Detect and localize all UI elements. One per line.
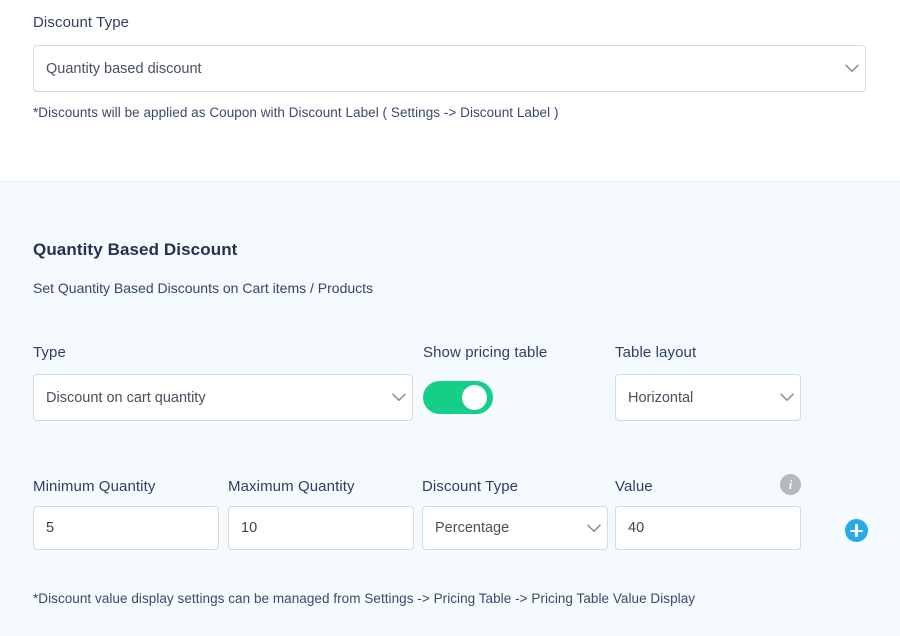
discount-type-label: Discount Type [33,14,129,32]
type-select[interactable]: Discount on cart quantity [33,374,413,421]
table-layout-label: Table layout [615,344,696,362]
pricing-table-footnote: *Discount value display settings can be … [33,590,695,607]
minimum-quantity-label: Minimum Quantity [33,478,155,496]
discount-type-section: Discount Type Quantity based discount *D… [0,0,900,181]
info-icon[interactable]: i [780,474,801,495]
rule-discount-type-select[interactable]: Percentage [422,506,608,550]
value-input-value: 40 [616,520,800,536]
section-title: Quantity Based Discount [33,240,237,260]
minimum-quantity-input[interactable]: 5 [33,506,219,550]
maximum-quantity-label: Maximum Quantity [228,478,355,496]
show-pricing-table-label: Show pricing table [423,344,547,362]
section-subtitle: Set Quantity Based Discounts on Cart ite… [33,279,373,297]
discount-type-select-value: Quantity based discount [34,61,839,77]
value-input[interactable]: 40 [615,506,801,550]
discount-type-select[interactable]: Quantity based discount [33,45,866,92]
type-select-value: Discount on cart quantity [34,390,386,406]
maximum-quantity-value: 10 [229,520,413,536]
table-layout-select[interactable]: Horizontal [615,374,801,421]
show-pricing-table-toggle[interactable] [423,381,493,414]
settings-page: Discount Type Quantity based discount *D… [0,0,900,636]
chevron-down-icon [386,375,412,420]
toggle-knob [462,385,487,410]
chevron-down-icon [839,46,865,91]
rule-discount-type-label: Discount Type [422,478,518,496]
rule-discount-type-value: Percentage [423,520,581,536]
quantity-based-discount-section: Quantity Based Discount Set Quantity Bas… [0,181,900,636]
chevron-down-icon [774,375,800,420]
chevron-down-icon [581,507,607,549]
type-label: Type [33,344,66,362]
add-rule-button[interactable] [845,519,868,542]
maximum-quantity-input[interactable]: 10 [228,506,414,550]
discount-type-helper-note: *Discounts will be applied as Coupon wit… [33,104,559,121]
table-layout-select-value: Horizontal [616,390,774,406]
value-label: Value [615,478,653,496]
minimum-quantity-value: 5 [34,520,218,536]
